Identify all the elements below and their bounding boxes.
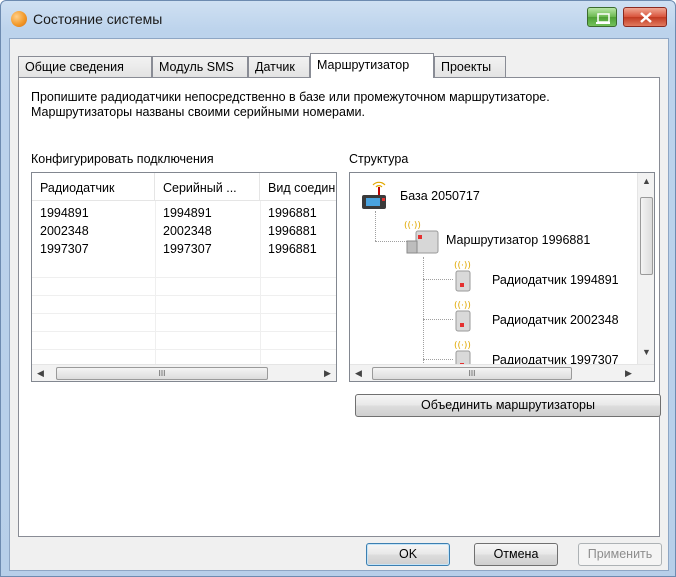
cell-sensor: 2002348 bbox=[40, 224, 89, 238]
scroll-right-arrow-icon[interactable]: ▶ bbox=[620, 365, 637, 381]
svg-text:((·)): ((·)) bbox=[454, 341, 471, 351]
configure-connections-label: Конфигурировать подключения bbox=[31, 152, 214, 166]
tree-connector bbox=[423, 279, 453, 280]
tab-sms-module[interactable]: Модуль SMS bbox=[152, 56, 248, 77]
router-tab-page: Пропишите радиодатчики непосредственно в… bbox=[18, 77, 661, 537]
connections-list[interactable]: Радиодатчик Серийный ... Вид соедин 1994… bbox=[31, 172, 337, 382]
title-bar[interactable]: Состояние системы bbox=[1, 1, 675, 37]
column-header-sensor[interactable]: Радиодатчик bbox=[32, 173, 155, 201]
grid-line bbox=[32, 277, 336, 278]
router-icon: ((·)) bbox=[404, 221, 439, 254]
base-station-icon bbox=[362, 181, 386, 209]
table-row[interactable]: 2002348 2002348 1996881 bbox=[32, 223, 336, 241]
grid-line bbox=[32, 331, 336, 332]
minimize-icon bbox=[596, 13, 610, 24]
svg-text:((·)): ((·)) bbox=[404, 221, 421, 231]
column-header-connection-type[interactable]: Вид соедин bbox=[260, 173, 336, 201]
apply-button[interactable]: Применить bbox=[578, 543, 662, 566]
window-title: Состояние системы bbox=[33, 11, 163, 27]
tree-connector bbox=[423, 319, 453, 320]
tree-vertical-scrollbar[interactable]: ▲ ▼ bbox=[637, 173, 654, 365]
dialog-client-area: Общие сведения Модуль SMS Датчик Маршрут… bbox=[9, 38, 669, 571]
tree-connector bbox=[423, 359, 453, 360]
description-line-2: Маршрутизаторы названы своими серийными … bbox=[31, 105, 366, 119]
cell-sensor: 1997307 bbox=[40, 242, 89, 256]
description-text: Пропишите радиодатчики непосредственно в… bbox=[31, 90, 550, 120]
cell-connection: 1996881 bbox=[268, 224, 317, 238]
svg-text:((·)): ((·)) bbox=[454, 261, 471, 271]
scroll-down-arrow-icon[interactable]: ▼ bbox=[638, 344, 654, 361]
cell-sensor: 1994891 bbox=[40, 206, 89, 220]
merge-routers-button[interactable]: Объединить маршрутизаторы bbox=[355, 394, 661, 417]
cancel-button[interactable]: Отмена bbox=[474, 543, 558, 566]
minimize-button[interactable] bbox=[587, 7, 617, 27]
cell-serial: 2002348 bbox=[163, 224, 212, 238]
svg-text:((·)): ((·)) bbox=[454, 301, 471, 311]
testo-app-icon bbox=[11, 11, 27, 27]
grid-line bbox=[32, 313, 336, 314]
tree-connector bbox=[375, 211, 376, 241]
tab-sensor[interactable]: Датчик bbox=[248, 56, 310, 77]
tab-router[interactable]: Маршрутизатор bbox=[310, 53, 434, 78]
cell-serial: 1994891 bbox=[163, 206, 212, 220]
tree-node-router[interactable]: Маршрутизатор 1996881 bbox=[446, 233, 590, 247]
column-header-serial[interactable]: Серийный ... bbox=[155, 173, 260, 201]
cell-connection: 1996881 bbox=[268, 242, 317, 256]
description-line-1: Пропишите радиодатчики непосредственно в… bbox=[31, 90, 550, 104]
tree-connector bbox=[423, 257, 424, 365]
tree-node-sensor[interactable]: Радиодатчик 2002348 bbox=[492, 313, 619, 327]
grid-line bbox=[32, 295, 336, 296]
tab-general[interactable]: Общие сведения bbox=[18, 56, 152, 77]
scrollbar-thumb[interactable] bbox=[640, 197, 653, 275]
tab-projects[interactable]: Проекты bbox=[434, 56, 506, 77]
scroll-up-arrow-icon[interactable]: ▲ bbox=[638, 173, 654, 190]
structure-tree[interactable]: База 2050717 ((·)) Маршрутизатор 1996881 bbox=[349, 172, 655, 382]
close-icon bbox=[640, 12, 652, 23]
tree-node-base[interactable]: База 2050717 bbox=[400, 189, 480, 203]
radio-sensor-icon: ((·)) bbox=[454, 261, 471, 292]
scroll-left-arrow-icon[interactable]: ◀ bbox=[350, 365, 367, 381]
list-horizontal-scrollbar[interactable]: ◀ III ▶ bbox=[32, 364, 336, 381]
dialog-window: Состояние системы Общие сведения Модуль … bbox=[0, 0, 676, 577]
scrollbar-thumb[interactable]: III bbox=[372, 367, 572, 380]
ok-button[interactable]: OK bbox=[366, 543, 450, 566]
close-button[interactable] bbox=[623, 7, 667, 27]
scroll-right-arrow-icon[interactable]: ▶ bbox=[319, 365, 336, 381]
tree-node-sensor[interactable]: Радиодатчик 1994891 bbox=[492, 273, 619, 287]
cell-serial: 1997307 bbox=[163, 242, 212, 256]
tree-horizontal-scrollbar[interactable]: ◀ III ▶ bbox=[350, 364, 654, 381]
structure-label: Структура bbox=[349, 152, 409, 166]
cell-connection: 1996881 bbox=[268, 206, 317, 220]
grid-line bbox=[32, 349, 336, 350]
scroll-left-arrow-icon[interactable]: ◀ bbox=[32, 365, 49, 381]
list-header: Радиодатчик Серийный ... Вид соедин bbox=[32, 173, 336, 201]
table-row[interactable]: 1997307 1997307 1996881 bbox=[32, 241, 336, 259]
table-row[interactable]: 1994891 1994891 1996881 bbox=[32, 205, 336, 223]
scrollbar-thumb[interactable]: III bbox=[56, 367, 268, 380]
radio-sensor-icon: ((·)) bbox=[454, 301, 471, 332]
